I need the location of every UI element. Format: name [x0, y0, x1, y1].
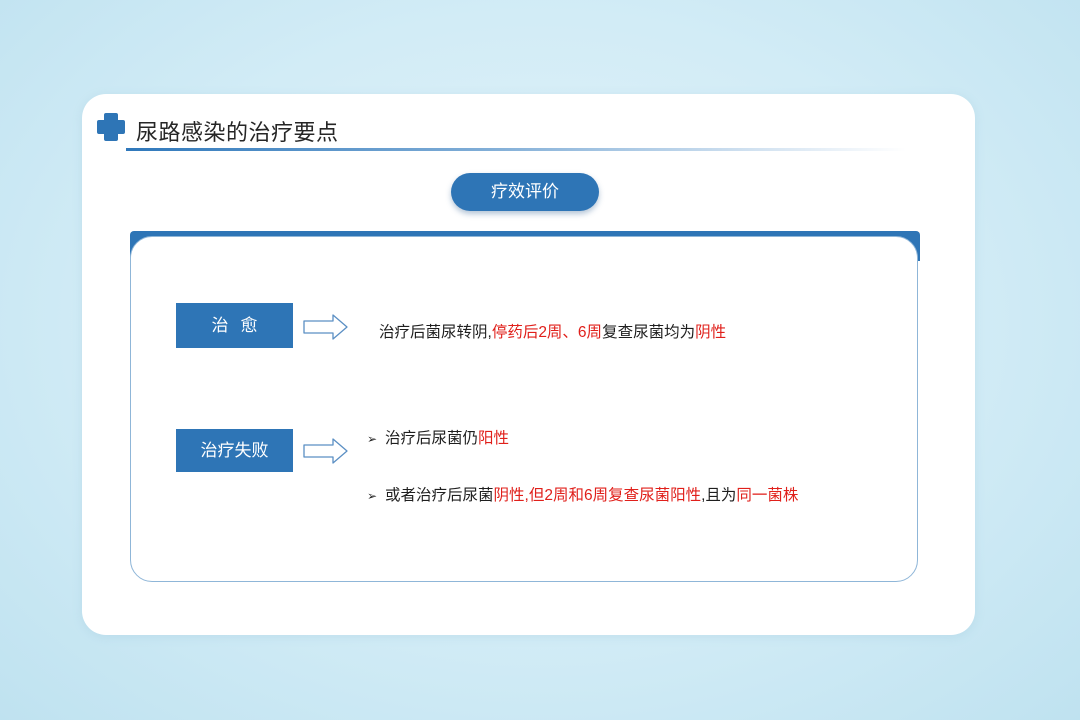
medical-cross-icon [97, 113, 125, 141]
failure-text-highlight: 阳性 [478, 430, 510, 447]
cure-text-part: 治疗后菌尿转阴, [379, 324, 492, 341]
failure-text-highlight: 同一菌株 [736, 487, 799, 504]
title-underline [126, 148, 906, 151]
bullet-arrow-icon: ➢ [367, 432, 378, 446]
bullet-arrow-icon: ➢ [367, 489, 378, 503]
failure-text-part: 治疗后尿菌仍 [385, 430, 479, 447]
failure-text-part: ,且为 [701, 487, 737, 504]
right-arrow-icon [303, 438, 348, 464]
cure-text-highlight: 停药后2周、6周 [491, 324, 603, 341]
failure-bullet-2: ➢ 或者治疗后尿菌阴性,但2周和6周复查尿菌阳性,且为同一菌株 [367, 483, 798, 505]
cure-text-highlight: 阴性 [695, 324, 727, 341]
failure-text-part: 或者治疗后尿菌 [385, 487, 494, 504]
section-pill: 疗效评价 [451, 173, 599, 211]
slide-card: 尿路感染的治疗要点 疗效评价 治愈 治疗后菌尿转阴,停药后2周、6周复查尿菌均为… [82, 94, 975, 635]
page-title: 尿路感染的治疗要点 [136, 120, 339, 145]
failure-label: 治疗失败 [176, 429, 293, 472]
cure-label: 治愈 [176, 303, 293, 348]
cure-description: 治疗后菌尿转阴,停药后2周、6周复查尿菌均为阴性 [379, 320, 726, 342]
failure-text-highlight: 阴性,但2周和6周复查尿菌阳性 [493, 487, 702, 504]
failure-bullet-1: ➢ 治疗后尿菌仍阳性 [367, 426, 509, 448]
cure-text-part: 复查尿菌均为 [602, 324, 696, 341]
right-arrow-icon [303, 314, 348, 340]
content-panel: 治愈 治疗后菌尿转阴,停药后2周、6周复查尿菌均为阴性 治疗失败 ➢ 治疗后尿菌仍… [130, 236, 918, 582]
